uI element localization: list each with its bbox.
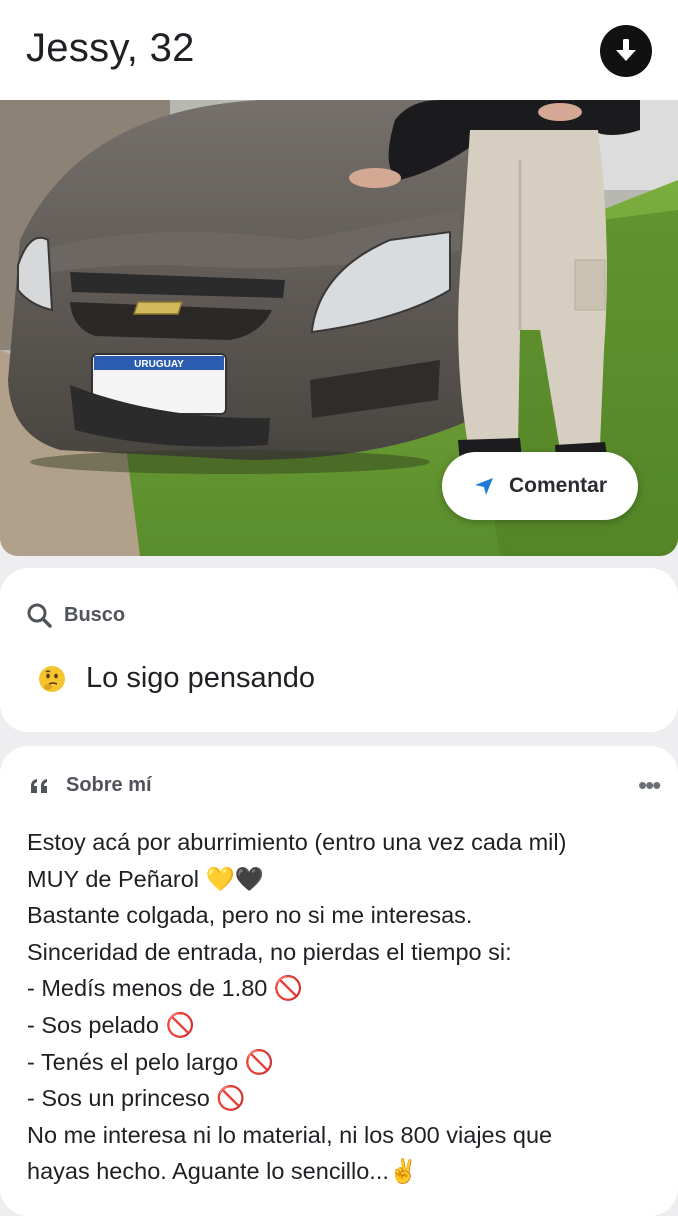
more-options-icon[interactable]: •••: [638, 770, 661, 801]
sobre-mi-heading: Sobre mí: [30, 774, 152, 797]
comment-button[interactable]: Comentar: [442, 452, 638, 520]
bio-line: No me interesa ni lo material, ni los 80…: [27, 1121, 553, 1148]
comment-button-label: Comentar: [508, 474, 608, 497]
bio-line: Sinceridad de entrada, no pierdas el tie…: [27, 938, 512, 965]
search-icon: [27, 603, 52, 628]
send-arrow-icon: [474, 478, 493, 495]
busco-value: Lo sigo pensando: [38, 662, 315, 695]
collapse-profile-button[interactable]: [600, 25, 652, 77]
busco-heading-label: Busco: [64, 603, 126, 626]
bio-line: Estoy acá por aburrimiento (entro una ve…: [27, 829, 567, 855]
bio-line: - Sos un princeso 🚫: [27, 1085, 246, 1112]
bio-line: Bastante colgada, pero no si me interesa…: [27, 902, 473, 929]
bio-line: - Tenés el pelo largo 🚫: [27, 1048, 274, 1075]
busco-card: [0, 568, 678, 732]
bio-line: hayas hecho. Aguante lo sencillo...✌️: [27, 1158, 419, 1185]
quote-icon: [31, 778, 47, 793]
sobre-mi-heading-label: Sobre mí: [66, 774, 152, 796]
profile-header: Jessy, 32: [0, 0, 678, 100]
bio-line: - Sos pelado 🚫: [27, 1011, 195, 1038]
thinking-emoji: [39, 665, 65, 692]
busco-value-text: Lo sigo pensando: [86, 662, 315, 694]
busco-heading: Busco: [26, 602, 125, 628]
bio-line: - Medís menos de 1.80 🚫: [27, 975, 304, 1002]
bio-text: Estoy acá por aburrimiento (entro una ve…: [27, 824, 667, 1190]
license-plate-text: URUGUAY: [134, 359, 184, 370]
bio-line: MUY de Peñarol 💛🖤: [27, 865, 265, 892]
download-arrow-icon: [616, 39, 636, 61]
profile-name-age: Jessy, 32: [26, 26, 195, 70]
